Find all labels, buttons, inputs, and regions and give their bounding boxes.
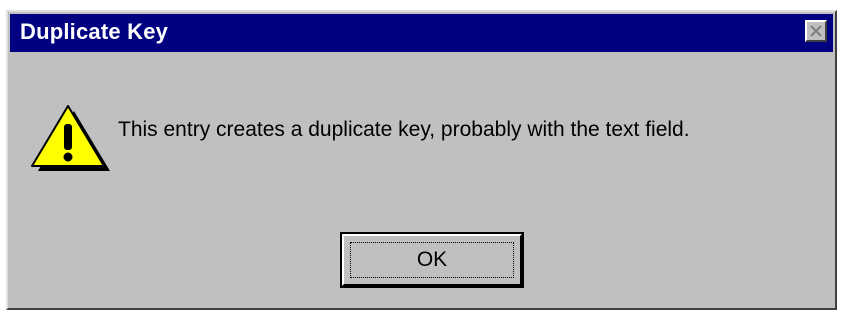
ok-button[interactable]: OK <box>342 234 522 286</box>
close-x-icon <box>810 25 822 37</box>
title-bar[interactable]: Duplicate Key <box>10 14 833 52</box>
close-button[interactable] <box>805 20 827 42</box>
ok-button-label: OK <box>416 248 448 271</box>
window-title: Duplicate Key <box>20 19 169 44</box>
warning-icon <box>31 105 110 171</box>
dialog-window: Duplicate Key This entry creates a dupli… <box>6 10 837 310</box>
dialog-message: This entry creates a duplicate key, prob… <box>118 118 690 141</box>
